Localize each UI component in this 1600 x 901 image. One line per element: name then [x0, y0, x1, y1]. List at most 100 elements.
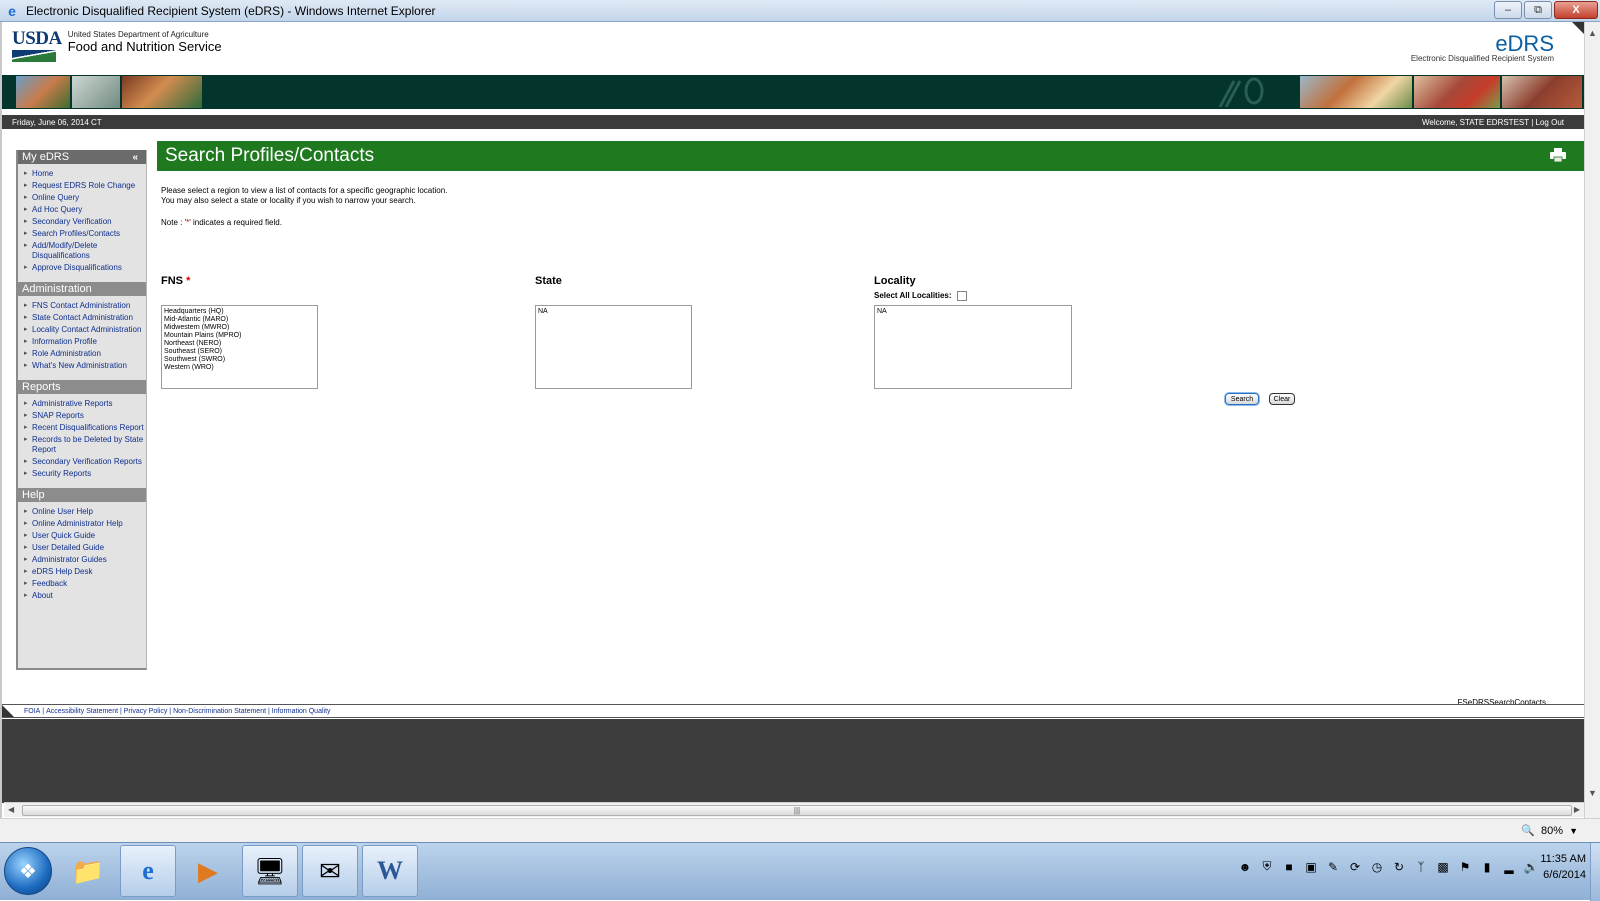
banner-photo: [1414, 76, 1500, 108]
tray-network-icon[interactable]: ▣: [1302, 860, 1320, 874]
clear-button[interactable]: Clear: [1269, 393, 1295, 405]
listbox-option[interactable]: NA: [538, 308, 689, 316]
minimize-button[interactable]: –: [1494, 1, 1522, 19]
internet-explorer-taskbar-icon[interactable]: e: [120, 845, 176, 897]
select-all-localities-checkbox[interactable]: [956, 291, 967, 301]
edrs-logo-text: eDRS: [1495, 31, 1554, 56]
sidebar-item-role-admin[interactable]: Role Administration: [22, 348, 144, 360]
outlook-icon[interactable]: ✉: [302, 845, 358, 897]
sidebar-item-locality-contact-admin[interactable]: Locality Contact Administration: [22, 324, 144, 336]
tray-refresh-icon[interactable]: ↻: [1390, 860, 1408, 874]
scroll-up-arrow-icon[interactable]: ▲: [1588, 28, 1597, 38]
sidebar-item-ad-hoc-query[interactable]: Ad Hoc Query: [22, 204, 144, 216]
collapse-sidebar-icon[interactable]: «: [132, 152, 138, 163]
sidebar-item-snap-reports[interactable]: SNAP Reports: [22, 410, 144, 422]
sidebar-item-fns-contact-admin[interactable]: FNS Contact Administration: [22, 300, 144, 312]
search-button[interactable]: Search: [1225, 393, 1259, 405]
horizontal-scroll-thumb[interactable]: |||: [22, 805, 1572, 816]
tray-people-icon[interactable]: ☻: [1236, 860, 1254, 874]
sidebar-item-online-user-help[interactable]: Online User Help: [22, 506, 144, 518]
tray-chat-icon[interactable]: ✎: [1324, 860, 1342, 874]
tray-app-icon[interactable]: ■: [1280, 860, 1298, 874]
user-links: Welcome, STATE EDRSTEST | Log Out: [1422, 118, 1564, 127]
site-header: USDA United States Department of Agricul…: [2, 22, 1584, 76]
sidebar-item-administrative-reports[interactable]: Administrative Reports: [22, 398, 144, 410]
sidebar-item-request-role-change[interactable]: Request EDRS Role Change: [22, 180, 144, 192]
usda-logo[interactable]: USDA United States Department of Agricul…: [12, 29, 222, 62]
sidebar-item-online-query[interactable]: Online Query: [22, 192, 144, 204]
tray-shield-icon[interactable]: ⛨: [1258, 859, 1276, 874]
scroll-down-arrow-icon[interactable]: ▼: [1588, 788, 1597, 798]
sidebar-item-about[interactable]: About: [22, 590, 144, 602]
sidebar-item-recent-disqualifications[interactable]: Recent Disqualifications Report: [22, 422, 144, 434]
print-icon[interactable]: [1550, 148, 1566, 162]
tray-monitor-icon[interactable]: ▩: [1434, 860, 1452, 874]
sidebar-item-information-profile[interactable]: Information Profile: [22, 336, 144, 348]
scroll-right-arrow-icon[interactable]: ▶: [1574, 805, 1580, 814]
listbox-option[interactable]: NA: [877, 308, 1069, 316]
sidebar-item-online-admin-help[interactable]: Online Administrator Help: [22, 518, 144, 530]
sidebar-item-approve-disqualifications[interactable]: Approve Disqualifications: [22, 262, 144, 274]
network-app-icon[interactable]: 🖥: [242, 845, 298, 897]
sidebar-item-secondary-verification-reports[interactable]: Secondary Verification Reports: [22, 456, 144, 468]
logout-link[interactable]: Log Out: [1536, 118, 1564, 127]
sidebar-section-administration: Administration: [18, 282, 146, 296]
sidebar-item-home[interactable]: Home: [22, 168, 144, 180]
show-desktop-button[interactable]: [1590, 843, 1600, 901]
system-clock[interactable]: 11:35 AM 6/6/2014: [1540, 851, 1586, 883]
listbox-option[interactable]: Midwestern (MWRO): [164, 324, 315, 332]
sidebar-item-state-contact-admin[interactable]: State Contact Administration: [22, 312, 144, 324]
action-center-flag-icon[interactable]: ⚑: [1456, 860, 1474, 874]
instructions-line: You may also select a state or locality …: [161, 196, 416, 205]
power-icon[interactable]: ▮: [1478, 860, 1496, 874]
volume-icon[interactable]: 🔊: [1522, 860, 1540, 874]
listbox-option[interactable]: Western (WRO): [164, 364, 315, 372]
vertical-scrollbar[interactable]: ▲ ▼: [1584, 22, 1600, 818]
word-icon[interactable]: W: [362, 845, 418, 897]
footer-link-non-discrimination[interactable]: Non-Discrimination Statement: [173, 708, 266, 715]
listbox-option[interactable]: Northeast (NERO): [164, 340, 315, 348]
media-player-icon[interactable]: ▶: [180, 845, 236, 897]
footer-link-foia[interactable]: FOIA: [24, 708, 40, 715]
fns-label: FNS *: [161, 275, 190, 287]
window-title-bar: e Electronic Disqualified Recipient Syst…: [0, 0, 1600, 22]
locality-listbox[interactable]: NA: [874, 305, 1072, 389]
footer-link-privacy[interactable]: Privacy Policy: [124, 708, 168, 715]
sidebar-item-add-modify-delete[interactable]: Add/Modify/Delete Disqualifications: [22, 240, 144, 262]
fns-region-listbox[interactable]: Headquarters (HQ) Mid-Atlantic (MARO) Mi…: [161, 305, 318, 389]
main-content: Search Profiles/Contacts Please select a…: [157, 141, 1584, 405]
scroll-left-arrow-icon[interactable]: ◀: [8, 805, 14, 814]
bluetooth-icon[interactable]: ᛉ: [1412, 860, 1430, 874]
close-button[interactable]: X: [1554, 1, 1598, 19]
file-explorer-icon[interactable]: 📁: [60, 845, 116, 897]
sidebar-item-search-profiles[interactable]: Search Profiles/Contacts: [22, 228, 144, 240]
footer-link-accessibility[interactable]: Accessibility Statement: [46, 708, 118, 715]
sidebar-item-records-to-be-deleted[interactable]: Records to be Deleted by State Report: [22, 434, 144, 456]
sidebar-item-user-detailed-guide[interactable]: User Detailed Guide: [22, 542, 144, 554]
listbox-option[interactable]: Headquarters (HQ): [164, 308, 315, 316]
chevron-down-icon[interactable]: ▼: [1569, 826, 1578, 836]
sidebar-item-user-quick-guide[interactable]: User Quick Guide: [22, 530, 144, 542]
start-button[interactable]: ❖: [4, 847, 52, 895]
clock-date: 6/6/2014: [1543, 869, 1586, 881]
tray-clock-icon[interactable]: ◷: [1368, 860, 1386, 874]
zoom-control[interactable]: 🔍 80% ▼: [1521, 824, 1578, 838]
sidebar-item-administrator-guides[interactable]: Administrator Guides: [22, 554, 144, 566]
listbox-option[interactable]: Southeast (SERO): [164, 348, 315, 356]
banner-photo: [1502, 76, 1582, 108]
listbox-option[interactable]: Southwest (SWRO): [164, 356, 315, 364]
sidebar-item-help-desk[interactable]: eDRS Help Desk: [22, 566, 144, 578]
restore-button[interactable]: ⧉: [1524, 1, 1552, 19]
state-listbox[interactable]: NA: [535, 305, 692, 389]
browser-status-bar: 🔍 80% ▼: [0, 818, 1600, 842]
sidebar-item-secondary-verification[interactable]: Secondary Verification: [22, 216, 144, 228]
tray-sync-icon[interactable]: ⟳: [1346, 860, 1364, 874]
listbox-option[interactable]: Mountain Plains (MPRO): [164, 332, 315, 340]
sidebar-item-whats-new-admin[interactable]: What's New Administration: [22, 360, 144, 372]
signal-strength-icon[interactable]: ▂: [1500, 860, 1518, 874]
horizontal-scrollbar[interactable]: ◀ ||| ▶: [4, 802, 1586, 817]
footer-link-information-quality[interactable]: Information Quality: [272, 708, 331, 715]
sidebar-item-feedback[interactable]: Feedback: [22, 578, 144, 590]
listbox-option[interactable]: Mid-Atlantic (MARO): [164, 316, 315, 324]
sidebar-item-security-reports[interactable]: Security Reports: [22, 468, 144, 480]
